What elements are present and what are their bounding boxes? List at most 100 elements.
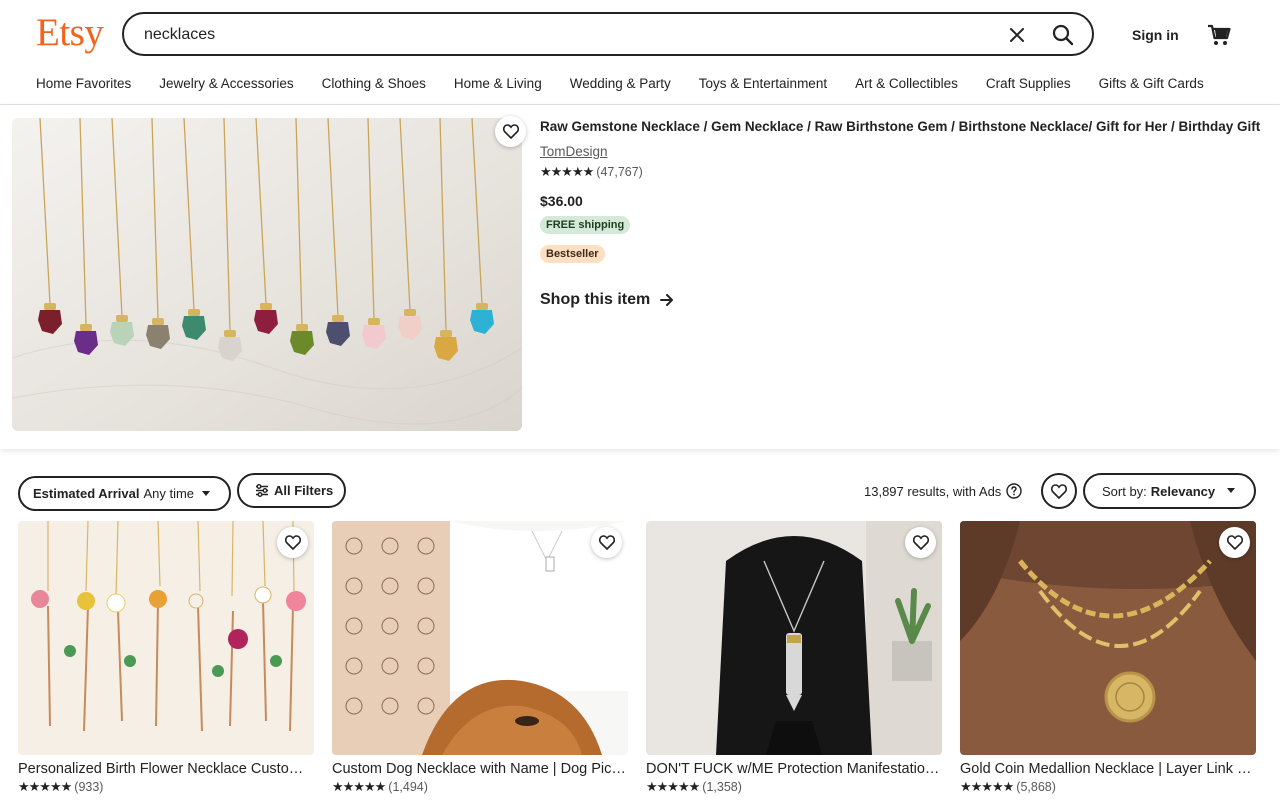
- caret-down-icon: [1227, 488, 1236, 493]
- pendant-cap: [44, 303, 56, 310]
- featured-listing-image[interactable]: [12, 118, 522, 431]
- listing-card[interactable]: Custom Dog Necklace with Name | Dog Pic …: [332, 521, 628, 795]
- category-art-collectibles[interactable]: Art & Collectibles: [855, 76, 958, 91]
- pendant-cap: [260, 303, 272, 310]
- star-rating-icon: ★★★★★: [646, 779, 700, 794]
- pendant-cap: [152, 318, 164, 325]
- heart-icon: [912, 535, 929, 550]
- category-clothing-shoes[interactable]: Clothing & Shoes: [322, 76, 426, 91]
- sort-label: Sort by:: [1102, 483, 1147, 499]
- review-count: (5,868): [1016, 780, 1056, 794]
- crystal-pendant-photo: [646, 521, 942, 755]
- pendant-cap: [116, 315, 128, 322]
- featured-rating: ★★★★★ (47,767): [540, 164, 643, 180]
- shop-this-item-link[interactable]: Shop this item: [540, 291, 674, 309]
- star-rating-icon: ★★★★★: [18, 779, 72, 794]
- listing-title[interactable]: Gold Coin Medallion Necklace | Layer Lin…: [960, 761, 1256, 777]
- heart-icon: [1226, 535, 1243, 550]
- birth-flower-necklaces-photo: [18, 521, 314, 755]
- category-home-living[interactable]: Home & Living: [454, 76, 542, 91]
- pendant-cap: [224, 330, 236, 337]
- listing-card[interactable]: Personalized Birth Flower Necklace Custo…: [18, 521, 314, 795]
- sort-value: Relevancy: [1150, 483, 1216, 499]
- listing-image[interactable]: [960, 521, 1256, 755]
- listing-title[interactable]: DON'T FUCK w/ME Protection Manifestation…: [646, 761, 942, 777]
- category-gifts-gift-cards[interactable]: Gifts & Gift Cards: [1099, 76, 1204, 91]
- estimated-arrival-value: Any time: [143, 486, 195, 501]
- favorite-button[interactable]: [1219, 527, 1250, 558]
- category-wedding-party[interactable]: Wedding & Party: [570, 76, 671, 91]
- heart-icon: [598, 535, 615, 550]
- review-count: (933): [74, 780, 104, 794]
- category-nav: Home Favorites Jewelry & Accessories Clo…: [36, 76, 1232, 91]
- free-shipping-badge: FREE shipping: [540, 216, 631, 234]
- sliders-icon: [256, 484, 268, 497]
- listing-rating: ★★★★★ (933): [18, 779, 314, 795]
- pendant-cap: [296, 324, 308, 331]
- pendant-cap: [476, 303, 488, 310]
- star-rating-icon: ★★★★★: [332, 779, 386, 794]
- listing-card[interactable]: Gold Coin Medallion Necklace | Layer Lin…: [960, 521, 1256, 795]
- site-header: Etsy Sign in Home Favorites Jewelry & Ac…: [0, 0, 1280, 105]
- listing-rating: ★★★★★ (5,868): [960, 779, 1256, 795]
- pendant-cap: [404, 309, 416, 316]
- estimated-arrival-label: Estimated Arrival: [33, 486, 140, 501]
- review-count: (1,358): [702, 780, 742, 794]
- pendant-cap: [440, 330, 452, 337]
- shop-this-item-label: Shop this item: [540, 291, 651, 308]
- favorite-button[interactable]: [905, 527, 936, 558]
- heart-icon: [284, 535, 301, 550]
- listing-rating: ★★★★★ (1,358): [646, 779, 942, 795]
- favorite-button[interactable]: [495, 116, 526, 147]
- category-jewelry-accessories[interactable]: Jewelry & Accessories: [159, 76, 293, 91]
- all-filters-button[interactable]: All Filters: [237, 473, 346, 508]
- save-search-button[interactable]: [1041, 473, 1077, 509]
- favorite-button[interactable]: [591, 527, 622, 558]
- shop-name-link[interactable]: TomDesign: [540, 144, 608, 159]
- favorite-button[interactable]: [277, 527, 308, 558]
- listing-rating: ★★★★★ (1,494): [332, 779, 628, 795]
- gemstone-necklaces-photo: [12, 118, 522, 431]
- caret-down-icon: [202, 490, 211, 496]
- listing-image[interactable]: [332, 521, 628, 755]
- pendant-cap: [368, 318, 380, 325]
- all-filters-label: All Filters: [274, 483, 334, 498]
- dog-necklace-photo: [332, 521, 628, 755]
- results-count: 13,897 results, with Ads: [864, 483, 1023, 499]
- listing-title[interactable]: Custom Dog Necklace with Name | Dog Pic …: [332, 761, 628, 777]
- results-count-label: 13,897 results, with Ads: [864, 483, 1002, 499]
- heart-icon: [502, 124, 519, 139]
- search-bar[interactable]: [122, 12, 1094, 56]
- cart-button[interactable]: [1206, 22, 1232, 48]
- pendant-cap: [188, 309, 200, 316]
- featured-listing-title[interactable]: Raw Gemstone Necklace / Gem Necklace / R…: [540, 119, 1262, 134]
- listing-image[interactable]: [646, 521, 942, 755]
- listing-card[interactable]: DON'T FUCK w/ME Protection Manifestation…: [646, 521, 942, 795]
- review-count: (47,767): [596, 165, 643, 179]
- sort-dropdown[interactable]: Sort by: Relevancy: [1083, 473, 1256, 509]
- search-input[interactable]: [142, 14, 986, 56]
- listing-image[interactable]: [18, 521, 314, 755]
- pendant-cap: [332, 315, 344, 322]
- gold-coin-necklace-photo: [960, 521, 1256, 755]
- heart-icon: [1051, 483, 1067, 499]
- help-icon[interactable]: [1006, 483, 1023, 499]
- listing-title[interactable]: Personalized Birth Flower Necklace Custo…: [18, 761, 314, 777]
- etsy-logo[interactable]: Etsy: [36, 10, 104, 55]
- review-count: (1,494): [388, 780, 428, 794]
- sign-in-link[interactable]: Sign in: [1132, 27, 1179, 43]
- category-toys-entertainment[interactable]: Toys & Entertainment: [699, 76, 827, 91]
- estimated-arrival-dropdown[interactable]: Estimated Arrival Any time: [18, 476, 231, 511]
- featured-listing: Raw Gemstone Necklace / Gem Necklace / R…: [0, 105, 1280, 449]
- search-button[interactable]: [1046, 18, 1080, 52]
- cart-icon: [1208, 24, 1231, 45]
- featured-price: $36.00: [540, 193, 583, 209]
- category-home-favorites[interactable]: Home Favorites: [36, 76, 131, 91]
- category-craft-supplies[interactable]: Craft Supplies: [986, 76, 1071, 91]
- arrow-right-icon: [660, 294, 674, 306]
- star-rating-icon: ★★★★★: [960, 779, 1014, 794]
- clear-search-button[interactable]: [1002, 20, 1032, 50]
- star-rating-icon: ★★★★★: [540, 164, 594, 179]
- search-icon: [1052, 24, 1074, 46]
- close-icon: [1010, 28, 1024, 42]
